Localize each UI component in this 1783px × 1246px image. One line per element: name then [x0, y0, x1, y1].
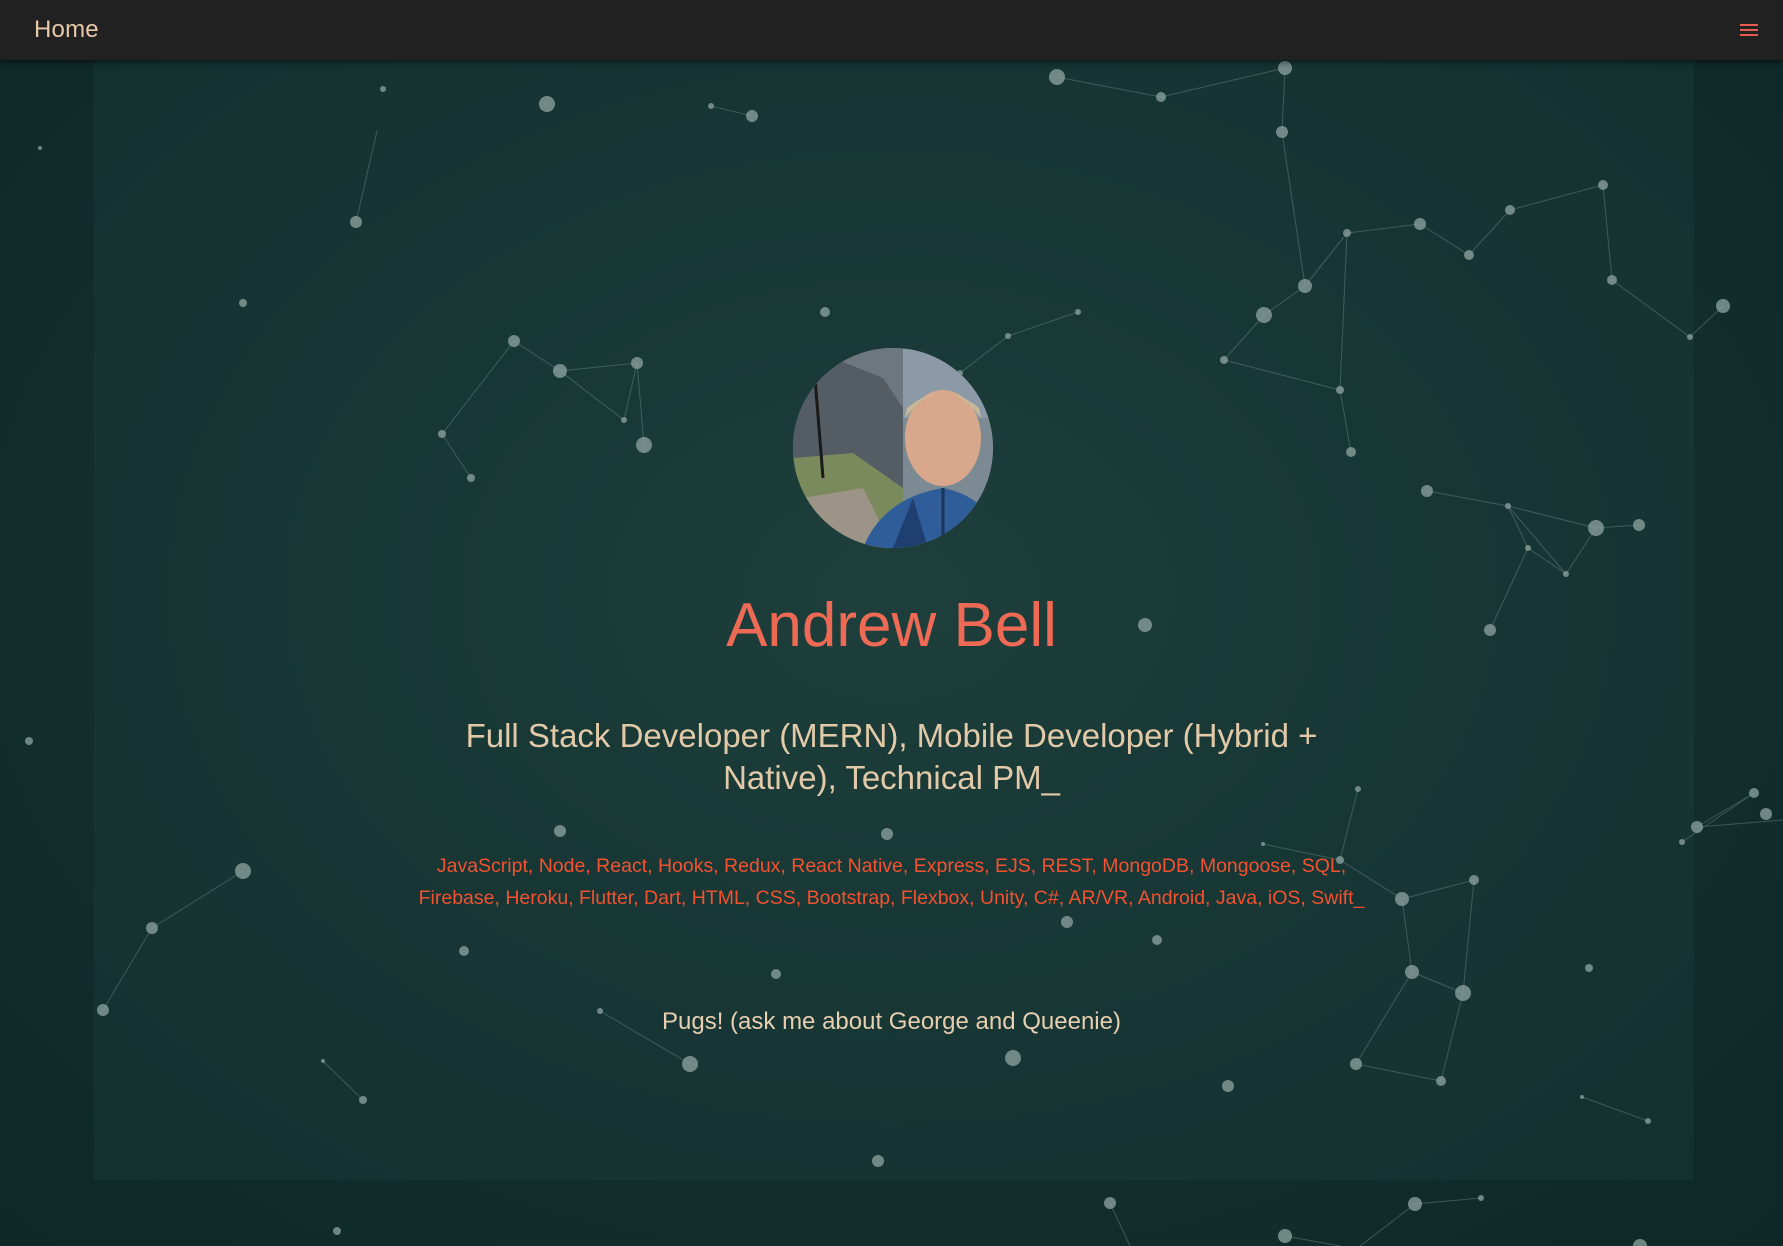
hero-section: Andrew Bell Full Stack Developer (MERN),…	[0, 60, 1783, 1246]
hamburger-menu-icon[interactable]	[1735, 16, 1763, 44]
skills-list: JavaScript, Node, React, Hooks, Redux, R…	[418, 855, 1365, 909]
profile-name: Andrew Bell	[726, 591, 1057, 660]
hero-content: Andrew Bell Full Stack Developer (MERN),…	[0, 60, 1783, 1246]
profile-photo-image	[793, 348, 993, 548]
home-link[interactable]: Home	[34, 16, 99, 44]
profile-avatar	[793, 348, 993, 548]
menu-line	[1740, 29, 1758, 31]
top-navbar: Home	[0, 0, 1783, 60]
menu-line	[1740, 34, 1758, 36]
profile-tagline: Pugs! (ask me about George and Queenie)	[662, 1008, 1121, 1035]
profile-subtitle: Full Stack Developer (MERN), Mobile Deve…	[465, 717, 1318, 796]
menu-line	[1740, 24, 1758, 26]
